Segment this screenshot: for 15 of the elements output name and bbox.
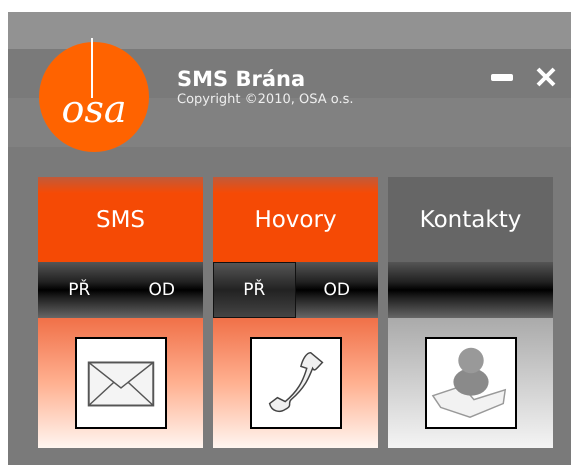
minimize-icon[interactable]: [491, 72, 513, 82]
tile-header[interactable]: Hovory: [213, 177, 378, 262]
copyright-text: Copyright ©2010, OSA o.s.: [177, 92, 354, 107]
tile-header[interactable]: SMS: [38, 177, 203, 262]
icon-button[interactable]: [424, 337, 516, 429]
window-title: SMS Brána: [177, 66, 306, 92]
subtab[interactable]: OD: [120, 262, 203, 318]
close-icon[interactable]: [535, 66, 557, 88]
icon-button[interactable]: [74, 337, 166, 429]
subtab[interactable]: PŘ: [213, 262, 296, 318]
subtab[interactable]: OD: [296, 262, 378, 318]
tile-header[interactable]: Kontakty: [388, 177, 553, 262]
icon-button[interactable]: [250, 337, 342, 429]
subtab[interactable]: PŘ: [38, 262, 120, 318]
logo-text: osa: [61, 90, 127, 128]
